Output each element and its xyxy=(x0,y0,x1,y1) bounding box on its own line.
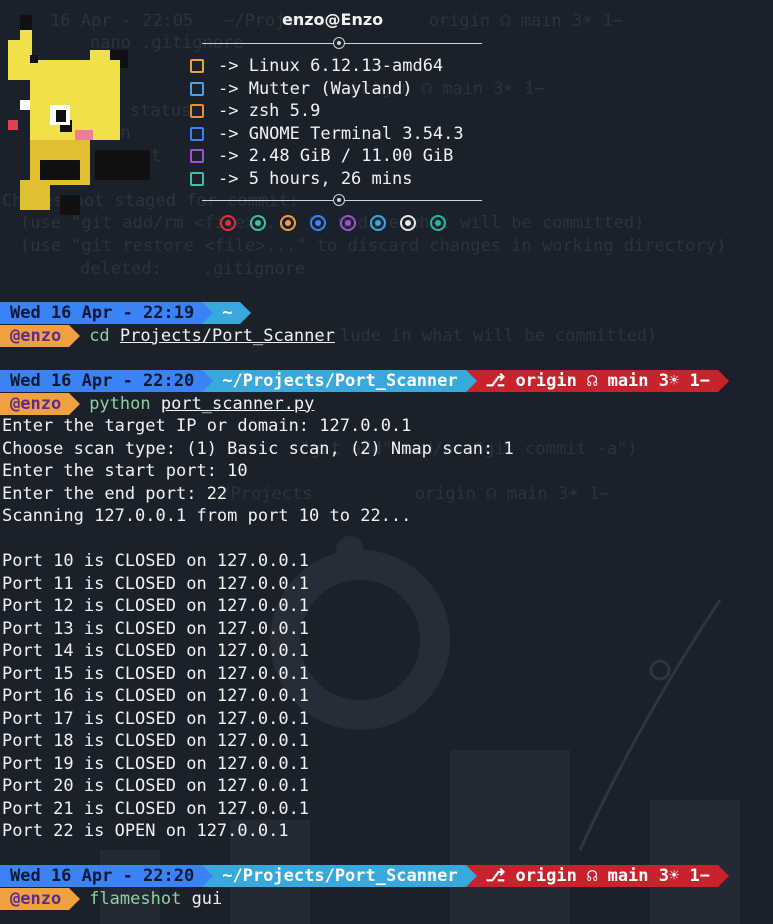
palette-dot-icon xyxy=(250,215,266,231)
prompt-date: Wed 16 Apr - 22:20 xyxy=(0,370,214,392)
memory-icon xyxy=(190,149,204,163)
neofetch-line-text: -> GNOME Terminal 3.54.3 xyxy=(218,123,464,144)
output-line: Enter the target IP or domain: 127.0.0.1 xyxy=(2,416,412,436)
neofetch-line: -> Mutter (Wayland) xyxy=(190,78,412,101)
output-line: Enter the start port: 10 xyxy=(2,461,248,481)
palette-dot-icon xyxy=(400,215,416,231)
prompt-bar: Wed 16 Apr - 22:20 ~/Projects/Port_Scanne… xyxy=(0,370,730,392)
prompt-path: ~/Projects/Port_Scanner xyxy=(202,370,478,392)
output-line: Port 17 is CLOSED on 127.0.0.1 xyxy=(2,708,310,729)
output-line: Port 14 is CLOSED on 127.0.0.1 xyxy=(2,641,310,661)
output-line: Enter the end port: 22 xyxy=(2,483,228,504)
neofetch-line-text: -> Linux 6.12.13-amd64 xyxy=(218,56,444,76)
prompt-git-status: ⎇ origin ☊ main 3☀ 1− xyxy=(465,865,730,887)
output-line: Port 13 is CLOSED on 127.0.0.1 xyxy=(2,618,310,639)
command-argument: Projects/Port_Scanner xyxy=(119,325,335,346)
output-line: Port 16 is CLOSED on 127.0.0.1 xyxy=(2,686,310,706)
divider-node-icon xyxy=(333,37,345,49)
output-line: Port 10 is CLOSED on 127.0.0.1 xyxy=(2,551,310,571)
shell-icon xyxy=(190,104,204,118)
prompt-date: Wed 16 Apr - 22:19 xyxy=(0,302,214,324)
prompt-path: ~/Projects/Port_Scanner xyxy=(202,865,478,887)
prompt-user: @enzo xyxy=(0,324,81,347)
palette-dot-icon xyxy=(340,215,356,231)
neofetch-line-text: -> zsh 5.9 xyxy=(218,101,321,121)
prompt-user: @enzo xyxy=(0,887,81,910)
command-name: cd xyxy=(89,325,110,346)
prompt-bar: Wed 16 Apr - 22:20 ~/Projects/Port_Scanne… xyxy=(0,865,730,887)
neofetch-line-text: -> 2.48 GiB / 11.00 GiB xyxy=(218,146,454,166)
output-line: Port 22 is OPEN on 127.0.0.1 xyxy=(2,821,289,841)
output-line: Port 11 is CLOSED on 127.0.0.1 xyxy=(2,573,310,594)
mascot-logo xyxy=(8,15,150,215)
output-line: Scanning 127.0.0.1 from port 10 to 22... xyxy=(2,506,412,526)
window-icon xyxy=(190,81,204,96)
neofetch-title: enzo@Enzo xyxy=(282,10,384,29)
output-line: Port 18 is CLOSED on 127.0.0.1 xyxy=(2,731,310,751)
command-argument: port_scanner.py xyxy=(160,393,315,414)
command-argument: gui xyxy=(191,888,223,909)
neofetch-line: -> GNOME Terminal 3.54.3 xyxy=(190,123,464,146)
prompt-command-line: @enzo flameshot gui xyxy=(0,887,222,910)
output-line: Port 12 is CLOSED on 127.0.0.1 xyxy=(2,596,310,616)
neofetch-line: -> zsh 5.9 xyxy=(190,100,320,123)
palette-dot-icon xyxy=(280,215,296,231)
command-name: python xyxy=(89,393,151,414)
color-palette xyxy=(220,215,446,231)
command-name: flameshot xyxy=(89,888,182,909)
output-line: Port 21 is CLOSED on 127.0.0.1 xyxy=(2,798,310,819)
palette-dot-icon xyxy=(430,215,446,231)
output-line: Port 15 is CLOSED on 127.0.0.1 xyxy=(2,663,310,684)
timer-icon xyxy=(190,171,204,186)
output-line: Port 19 is CLOSED on 127.0.0.1 xyxy=(2,753,310,774)
command-input[interactable]: flameshot gui xyxy=(89,889,222,909)
output-line: Choose scan type: (1) Basic scan, (2) Nm… xyxy=(2,438,514,459)
neofetch-line-text: -> 5 hours, 26 mins xyxy=(218,168,413,189)
neofetch-line: -> Linux 6.12.13-amd64 xyxy=(190,55,443,78)
palette-dot-icon xyxy=(370,215,386,231)
flame-icon xyxy=(190,59,204,73)
neofetch-line-text: -> Mutter (Wayland) xyxy=(218,78,413,99)
command-input[interactable]: python port_scanner.py xyxy=(89,394,314,414)
terminal-icon xyxy=(190,126,204,141)
palette-dot-icon xyxy=(310,215,326,231)
neofetch-line: -> 2.48 GiB / 11.00 GiB xyxy=(190,145,453,168)
prompt-git-status: ⎇ origin ☊ main 3☀ 1− xyxy=(465,370,730,392)
prompt-command-line: @enzo python port_scanner.py xyxy=(0,392,314,415)
neofetch-line: -> 5 hours, 26 mins xyxy=(190,168,412,191)
prompt-user: @enzo xyxy=(0,392,81,415)
prompt-bar: Wed 16 Apr - 22:19 ~ xyxy=(0,302,252,324)
command-input[interactable]: cd Projects/Port_Scanner xyxy=(89,326,335,346)
prompt-date: Wed 16 Apr - 22:20 xyxy=(0,865,214,887)
divider-node-icon xyxy=(333,194,345,206)
prompt-command-line: @enzo cd Projects/Port_Scanner xyxy=(0,324,335,347)
output-line: Port 20 is CLOSED on 127.0.0.1 xyxy=(2,776,310,796)
palette-dot-icon xyxy=(220,215,236,231)
